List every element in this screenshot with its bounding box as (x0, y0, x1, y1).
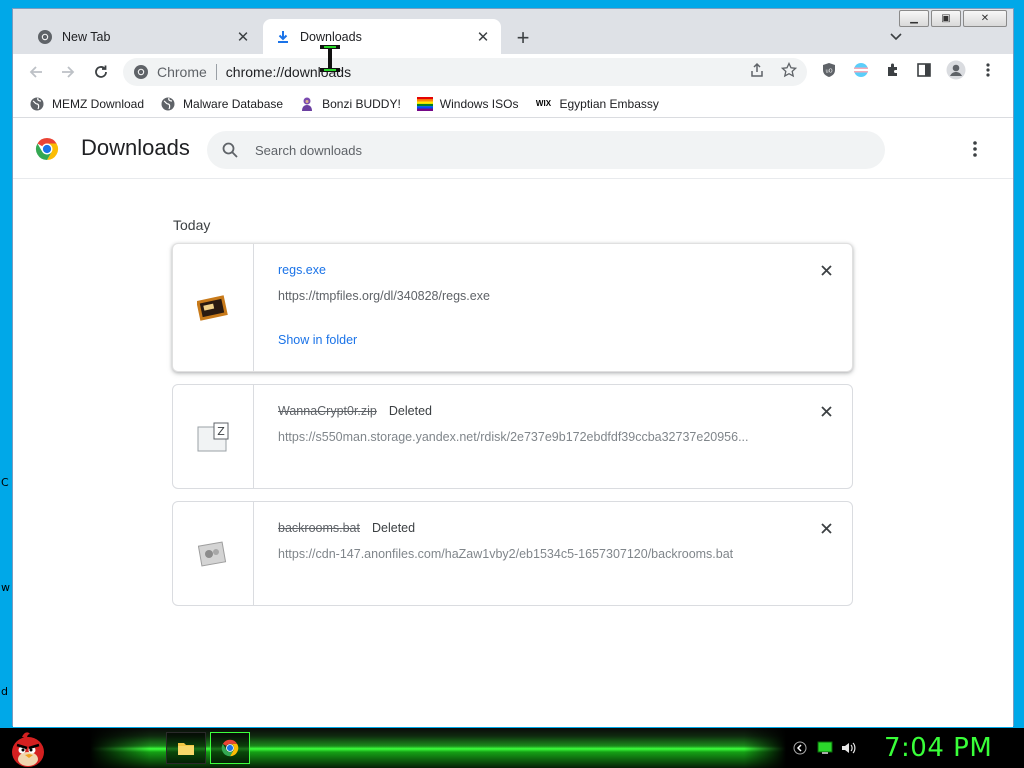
tab-title: New Tab (62, 29, 111, 44)
trans-flag-extension-icon[interactable] (850, 59, 872, 81)
bookmark-malware-database[interactable]: Malware Database (160, 93, 283, 115)
browser-toolbar: Chrome chrome://downloads uO (13, 54, 1013, 90)
download-item: Z WannaCrypt0r.zip Deleted https://s550m… (172, 384, 853, 489)
svg-text:uO: uO (825, 69, 832, 75)
download-filename: backrooms.bat (278, 521, 360, 535)
angry-bird-start-icon[interactable] (8, 730, 48, 768)
close-window-button[interactable]: ✕ (963, 10, 1007, 27)
side-panel-icon[interactable] (913, 59, 935, 81)
forward-arrow-icon[interactable] (55, 59, 81, 85)
download-source-url[interactable]: https://s550man.storage.yandex.net/rdisk… (278, 430, 792, 444)
reload-icon[interactable] (88, 59, 114, 85)
kebab-menu-icon[interactable] (977, 59, 999, 81)
remove-download-icon[interactable] (818, 520, 834, 536)
chevron-down-icon[interactable] (885, 26, 907, 48)
tab-title: Downloads (300, 29, 362, 44)
bookmark-bonzi-buddy[interactable]: Bonzi BUDDY! (299, 93, 401, 115)
zip-file-icon: Z (197, 422, 229, 451)
downloads-header: Downloads Search downloads (13, 119, 1013, 179)
bookmark-label: MEMZ Download (52, 96, 145, 111)
globe-icon (160, 96, 176, 112)
tab-close-icon[interactable]: ✕ (233, 27, 253, 47)
chrome-icon (133, 64, 149, 80)
omnibox-divider (215, 64, 217, 80)
download-status: Deleted (371, 521, 416, 535)
bookmark-windows-isos[interactable]: Windows ISOs (416, 93, 519, 115)
bookmark-label: Windows ISOs (439, 96, 519, 111)
bookmark-egyptian-embassy[interactable]: WIX Egyptian Embassy (534, 93, 659, 115)
site-name: Chrome (157, 64, 207, 80)
minimize-button[interactable]: ▁ (899, 10, 929, 27)
download-status: Deleted (388, 404, 432, 418)
globe-icon (29, 96, 45, 112)
download-source-url[interactable]: https://tmpfiles.org/dl/340828/regs.exe (278, 289, 792, 303)
taskbar-file-explorer-button[interactable] (166, 732, 206, 764)
bookmark-memz-download[interactable]: MEMZ Download (29, 93, 144, 115)
more-actions-icon[interactable] (965, 139, 985, 159)
exe-file-icon (197, 294, 228, 321)
tray-chevron-icon[interactable] (792, 740, 808, 756)
profile-avatar-icon[interactable] (945, 59, 967, 81)
download-filename: WannaCrypt0r.zip (278, 404, 377, 418)
mouse-cursor-icon (316, 44, 344, 74)
taskbar-clock[interactable]: 7:04 PM (884, 733, 992, 763)
bookmark-label: Egyptian Embassy (559, 96, 659, 111)
download-details: WannaCrypt0r.zip Deleted https://s550man… (278, 404, 792, 444)
page-title: Downloads (81, 135, 190, 160)
maximize-button[interactable]: ▣ (931, 10, 961, 27)
desktop-icon-label-fragment: C (1, 476, 9, 489)
rainbow-flag-icon (416, 96, 433, 112)
browser-window: New Tab ✕ Downloads ✕ + ▁ ▣ ✕ Chrome chr… (12, 8, 1014, 727)
file-icon-column (173, 244, 254, 371)
bat-file-icon (198, 540, 227, 567)
downloads-page: Downloads Search downloads Today regs.ex… (13, 119, 1013, 727)
tab-strip: New Tab ✕ Downloads ✕ + ▁ ▣ ✕ (13, 9, 1013, 54)
bookmarks-bar: MEMZ Download Malware Database Bonzi BUD… (13, 90, 1013, 118)
window-controls: ▁ ▣ ✕ (899, 10, 1007, 27)
file-icon-column (173, 502, 254, 605)
address-bar[interactable]: Chrome chrome://downloads (123, 58, 807, 86)
remove-download-icon[interactable] (818, 403, 834, 419)
bonzi-icon (299, 96, 315, 112)
show-in-folder-link[interactable]: Show in folder (278, 333, 792, 347)
download-filename-link[interactable]: regs.exe (278, 263, 326, 277)
folder-icon (178, 743, 194, 755)
bookmark-star-icon[interactable] (778, 59, 800, 81)
back-arrow-icon[interactable] (23, 59, 49, 85)
bookmark-label: Malware Database (183, 96, 284, 111)
download-details: backrooms.bat Deleted https://cdn-147.an… (278, 521, 792, 561)
tab-close-icon[interactable]: ✕ (473, 27, 493, 47)
desktop-icon-label-fragment: w (1, 581, 10, 594)
svg-text:Z: Z (217, 425, 225, 438)
download-item: backrooms.bat Deleted https://cdn-147.an… (172, 501, 853, 606)
search-input[interactable]: Search downloads (207, 131, 885, 169)
download-item: regs.exe https://tmpfiles.org/dl/340828/… (172, 243, 853, 372)
remove-download-icon[interactable] (818, 262, 834, 278)
bookmark-label: Bonzi BUDDY! (322, 96, 401, 111)
desktop-icon-label-fragment: d (1, 685, 8, 698)
search-icon (221, 141, 239, 159)
file-icon-column: Z (173, 385, 254, 488)
download-icon (275, 29, 291, 45)
network-monitor-icon[interactable] (817, 740, 833, 756)
wix-icon: WIX (535, 99, 552, 108)
search-placeholder: Search downloads (255, 142, 362, 158)
tab-downloads[interactable]: Downloads ✕ (263, 19, 501, 54)
share-icon[interactable] (746, 59, 768, 81)
taskbar-chrome-button[interactable] (210, 732, 250, 764)
puzzle-extensions-icon[interactable] (882, 59, 904, 81)
chrome-logo-icon (35, 137, 59, 161)
download-details: regs.exe https://tmpfiles.org/dl/340828/… (278, 263, 792, 347)
chrome-icon (37, 29, 53, 45)
new-tab-button[interactable]: + (511, 25, 535, 50)
download-source-url[interactable]: https://cdn-147.anonfiles.com/haZaw1vby2… (278, 547, 792, 561)
taskbar: 7:04 PM (0, 728, 1024, 768)
tab-new-tab[interactable]: New Tab ✕ (25, 19, 261, 54)
volume-icon[interactable] (841, 740, 857, 756)
chrome-icon (221, 739, 239, 757)
ublock-icon[interactable]: uO (818, 59, 840, 81)
date-section-heading: Today (173, 217, 211, 233)
